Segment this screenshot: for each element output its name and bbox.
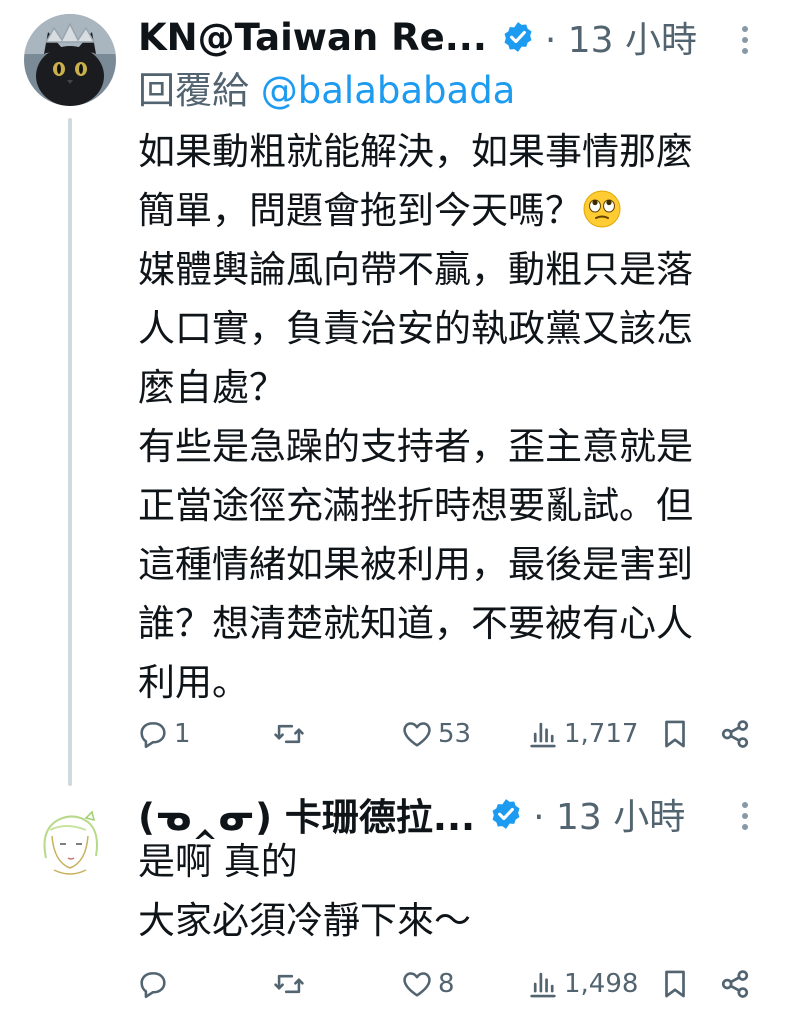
action-bar: 8 1,498 [136,964,756,1004]
post-header: (ᓀ‸ᓂ) 卡珊德拉... · 13 小時 [138,792,685,839]
like-icon [403,722,431,747]
bookmark-icon [665,970,685,998]
views-icon [530,722,556,748]
post-header: KN@Taiwan Re... · 13 小時 [138,11,697,63]
share-button[interactable] [718,714,752,754]
views-button[interactable]: 1,498 [526,964,638,1004]
reply-to-label: 回覆給 [138,69,249,112]
repost-icon [274,974,304,994]
tweet-1[interactable]: KN@Taiwan Re... · 13 小時 回覆給 @balababada … [0,0,793,790]
more-icon[interactable] [738,802,752,835]
post-text-line: 簡單，問題會拖到今天嗎？ [138,181,693,240]
verified-badge-icon[interactable] [489,797,523,831]
post-text-line: 是啊 真的 [138,840,298,883]
reply-button[interactable] [136,964,174,1004]
avatar-drawing[interactable] [24,800,116,892]
reply-to: 回覆給 @balababada [138,66,515,116]
views-count: 1,498 [564,969,639,999]
repost-button[interactable] [272,714,310,754]
reply-icon [140,972,166,999]
reply-to-handle[interactable]: @balababada [261,69,516,112]
post-time[interactable]: · 13 小時 [533,788,685,840]
avatar-cat[interactable] [24,14,116,106]
share-icon [721,970,749,998]
like-count: 53 [438,719,472,749]
post-text-line: 麼自處？ [138,366,286,409]
views-count: 1,717 [564,719,639,749]
more-icon[interactable] [738,26,752,59]
like-count: 8 [438,969,455,999]
tweet-2[interactable]: (ᓀ‸ᓂ) 卡珊德拉... · 13 小時 是啊 真的 大家必須冷靜下來～ 8 … [0,790,793,1024]
post-text-line: 人口實，負責治安的執政黨又該怎 [138,307,693,350]
views-button[interactable]: 1,717 [526,714,638,754]
share-icon [721,720,749,748]
reply-count: 1 [174,719,191,749]
action-bar: 1 53 1,717 [136,714,756,754]
post-text: 如果動粗就能解決，如果事情那麼 簡單，問題會拖到今天嗎？ 媒體輿論風向帶不贏，動… [138,122,693,712]
like-button[interactable]: 8 [400,964,455,1004]
post-text-line: 正當途徑充滿挫折時想要亂試。但 [138,484,693,527]
post-text-line: 有些是急躁的支持者，歪主意就是 [138,425,693,468]
post-text-line: 如果動粗就能解決，如果事情那麼 [138,130,693,173]
repost-button[interactable] [272,964,310,1004]
bookmark-button[interactable] [658,964,692,1004]
post-time[interactable]: · 13 小時 [545,11,697,63]
reply-button[interactable]: 1 [136,714,191,754]
share-button[interactable] [718,964,752,1004]
bookmark-button[interactable] [658,714,692,754]
views-icon [530,972,556,998]
post-text-line: 媒體輿論風向帶不贏，動粗只是落 [138,248,693,291]
repost-icon [274,724,304,744]
reply-icon [140,722,166,749]
like-button[interactable]: 53 [400,714,471,754]
verified-badge-icon[interactable] [501,20,535,54]
post-text-line: 大家必須冷靜下來～ [138,899,471,942]
like-icon [403,972,431,997]
post-text-line: 利用。 [138,661,249,704]
thread-line [68,118,72,786]
post-text-line: 這種情緒如果被利用，最後是害到 [138,543,693,586]
author-name[interactable]: KN@Taiwan Re... [138,16,487,59]
post-text: 是啊 真的 大家必須冷靜下來～ [138,832,471,950]
post-text-line: 誰？想清楚就知道，不要被有心人 [138,602,693,645]
face-with-rolling-eyes-icon [583,190,621,228]
bookmark-icon [665,720,685,748]
